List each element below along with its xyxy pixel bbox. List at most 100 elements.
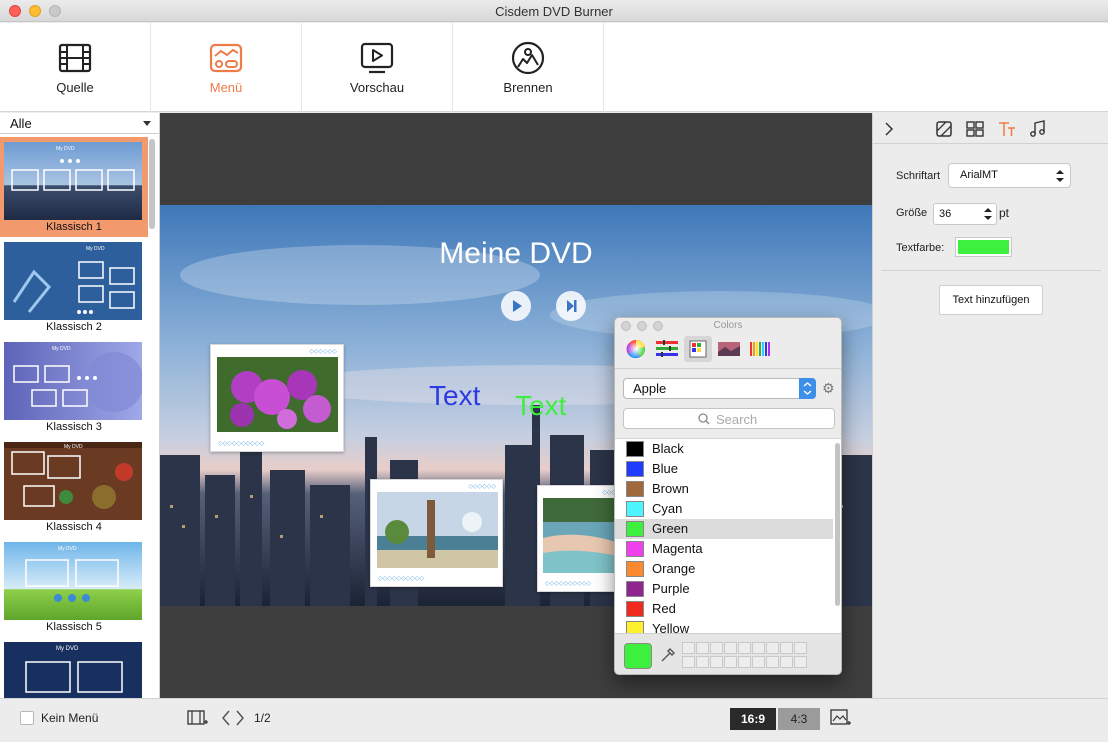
saved-color-well[interactable] [724,656,737,668]
text-color-well[interactable] [955,237,1012,257]
play-button[interactable] [501,291,531,321]
theme-item-klassisch-3[interactable]: My DVD Klassisch 3 [0,337,148,437]
theme-item-klassisch-5[interactable]: My DVD Klassisch 5 [0,537,148,637]
saved-color-well[interactable] [682,656,695,668]
color-list-item[interactable]: Orange [615,559,833,579]
ratio-4-3-button[interactable]: 4:3 [778,708,820,730]
tab-color-sliders[interactable] [653,336,681,362]
chevron-right-icon[interactable] [879,119,899,139]
saved-color-well[interactable] [766,656,779,668]
color-name: Orange [652,561,696,576]
saved-color-well[interactable] [780,642,793,654]
size-stepper[interactable]: 36 [933,203,997,225]
color-swatch [626,481,644,497]
color-list-item[interactable]: Brown [615,479,833,499]
theme-thumbnail [4,142,142,220]
theme-caption: My DVD [56,646,79,652]
saved-color-well[interactable] [696,656,709,668]
theme-filter-select[interactable]: Alle [0,113,159,134]
color-list-item[interactable]: Magenta [615,539,833,559]
saved-color-well[interactable] [752,656,765,668]
color-search-placeholder: Search [716,412,758,427]
saved-color-well[interactable] [794,656,807,668]
color-list-scrollbar[interactable] [835,443,840,606]
image-palette-icon [718,342,740,356]
tab-image-palettes[interactable] [715,336,743,362]
tab-pencils[interactable] [746,336,774,362]
text-color-label: Textfarbe: [896,242,945,254]
color-list-item[interactable]: Green [615,519,833,539]
stepper-arrows-icon[interactable] [983,207,993,221]
colors-mode-tabs [622,336,836,364]
layout-icon[interactable] [965,119,985,139]
tab-quelle[interactable]: Quelle [0,23,151,112]
chevron-right-icon[interactable] [234,709,246,727]
color-swatch [626,581,644,597]
ratio-16-9-button[interactable]: 16:9 [730,708,776,730]
tab-brennen[interactable]: Brennen [453,23,604,112]
eyedropper-icon[interactable] [659,646,677,664]
inspector-tabs [873,113,1108,144]
theme-list-scrollbar[interactable] [149,139,155,229]
title-bar: Cisdem DVD Burner [0,0,1108,22]
saved-color-well[interactable] [682,642,695,654]
saved-color-well[interactable] [752,642,765,654]
music-icon[interactable] [1028,119,1048,139]
saved-color-well[interactable] [738,656,751,668]
add-text-button[interactable]: Text hinzufügen [939,285,1043,315]
font-label: Schriftart [896,170,941,182]
add-clip-icon[interactable] [187,709,209,727]
saved-color-well[interactable] [724,642,737,654]
main-toolbar: Quelle Menü Vorschau Brennen [0,23,1108,112]
gear-icon[interactable]: ⚙ [822,380,835,397]
color-list-item[interactable]: Purple [615,579,833,599]
colors-panel: Colors Apple ⚙ Search Black Blue Brown C… [614,317,842,675]
saved-color-well[interactable] [696,642,709,654]
app-window: Cisdem DVD Burner Quelle Menü Vorschau B… [0,0,1108,742]
colors-bottom-bar [615,633,841,674]
theme-thumbnail [4,342,142,420]
chevron-down-icon [143,121,151,126]
no-menu-label: Kein Menü [41,711,99,725]
theme-item-klassisch-2[interactable]: My DVD Klassisch 2 [0,237,148,337]
color-name: Green [652,521,689,536]
saved-color-well[interactable] [710,656,723,668]
tab-menu[interactable]: Menü [151,23,302,112]
frame-dots: ◇◇◇◇◇◇◇◇◇◇ [218,441,265,447]
saved-color-well[interactable] [794,642,807,654]
theme-name: Klassisch 3 [46,421,102,433]
saved-color-well[interactable] [766,642,779,654]
chapter-frame-2[interactable]: ◇◇◇◇◇◇ ◇◇◇◇◇◇◇◇◇◇ [370,479,503,587]
no-menu-checkbox[interactable] [20,711,34,725]
tab-vorschau[interactable]: Vorschau [302,23,453,112]
color-list-item[interactable]: Cyan [615,499,833,519]
text-icon[interactable] [997,119,1017,139]
color-list-item[interactable]: Yellow [615,619,833,633]
theme-item-klassisch-4[interactable]: My DVD Klassisch 4 [0,437,148,537]
skip-next-icon [567,300,577,312]
tab-color-wheel[interactable] [622,336,650,362]
tab-color-palettes[interactable] [684,336,712,362]
theme-item-klassisch-1[interactable]: My DVD Klassisch 1 [0,137,148,237]
color-list-item[interactable]: Black [615,439,833,459]
current-color-swatch[interactable] [624,643,652,669]
font-select[interactable]: ArialMT [948,163,1071,188]
color-list-item[interactable]: Blue [615,459,833,479]
next-chapter-button[interactable] [556,291,586,321]
saved-color-well[interactable] [710,642,723,654]
theme-item-6[interactable]: My DVD [0,637,148,698]
menu-title[interactable]: Meine DVD [160,237,872,271]
chevron-left-icon[interactable] [220,709,232,727]
saved-color-well[interactable] [738,642,751,654]
saved-color-well[interactable] [780,656,793,668]
palette-select[interactable]: Apple [623,378,816,399]
divider [615,368,841,369]
add-background-image-icon[interactable] [830,708,852,728]
color-search-input[interactable]: Search [623,408,835,429]
canvas-text-green[interactable]: Text [515,390,566,422]
search-icon [698,413,710,425]
background-icon[interactable] [934,119,954,139]
color-list-item[interactable]: Red [615,599,833,619]
chapter-frame-1[interactable]: ◇◇◇◇◇◇ ◇◇◇◇◇◇◇◇◇◇ [210,344,344,452]
canvas-text-blue[interactable]: Text [429,380,480,412]
